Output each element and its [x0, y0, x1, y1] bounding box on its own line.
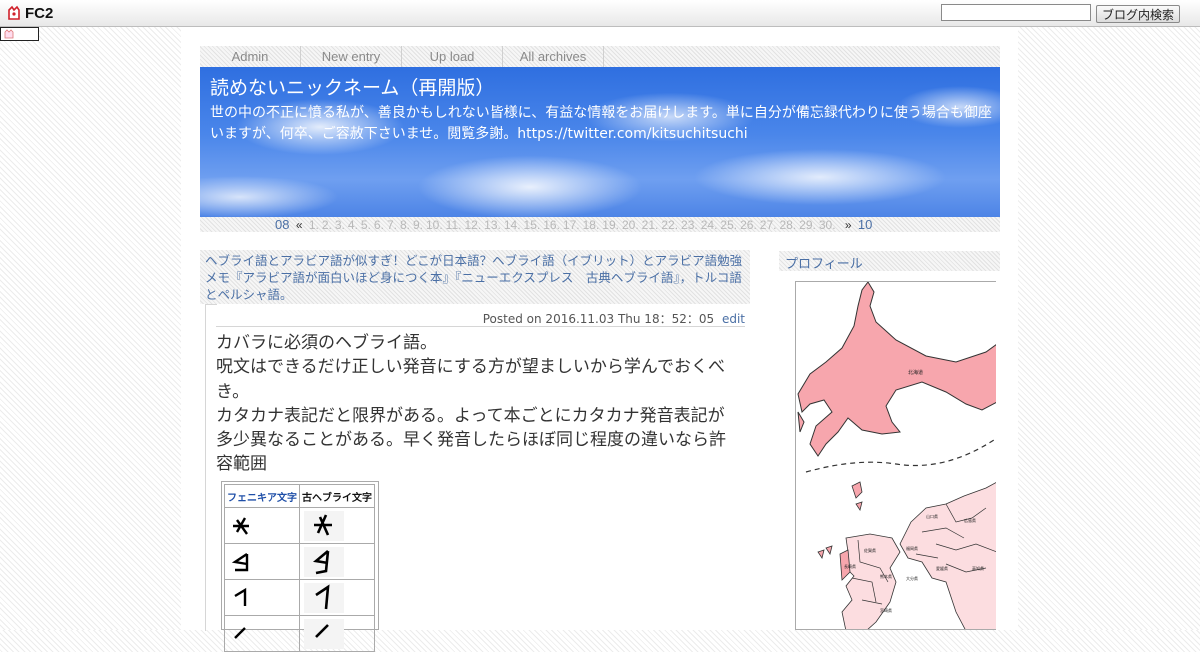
svg-text:高知県: 高知県 — [972, 565, 984, 571]
entry-paragraph: 呪文はできるだけ正しい発音にする方が望ましいから学んでおくべき。 — [216, 357, 725, 402]
phoenician-dalet-glyph — [224, 615, 300, 652]
calendar-day: 25. — [720, 218, 738, 232]
header-menu: Admin New entry Up load All archives — [200, 46, 1000, 67]
calendar-day: 17. — [562, 218, 580, 232]
table-header-paleo-hebrew: 古ヘブライ文字 — [299, 484, 375, 508]
calendar-day: 23. — [681, 218, 698, 232]
calendar-day: 20. — [621, 218, 639, 232]
blog-description: 世の中の不正に憤る私が、善良かもしれない皆様に、有益な情報をお届けします。単に自… — [210, 105, 992, 142]
blog-search-button[interactable]: ブログ内検索 — [1096, 5, 1180, 23]
broken-image-icon — [4, 29, 14, 39]
svg-text:広島県: 広島県 — [964, 517, 976, 523]
calendar-day: 30. — [818, 218, 836, 232]
calendar-day: 3. — [334, 218, 345, 232]
entry-posted-date: Posted on 2016.11.03 Thu 18：52：05 — [482, 312, 715, 326]
fc2-logo-text: FC2 — [25, 4, 54, 22]
paleo-hebrew-gimel-glyph — [299, 579, 375, 616]
calendar-day: 18. — [582, 218, 600, 232]
japan-map-illustration: 北海道 山口県 広島県 佐賀県 福岡県 熊本県 大分県 愛媛県 高知県 宮崎県 … — [797, 282, 996, 629]
svg-text:大分県: 大分県 — [906, 575, 918, 581]
profile-heading-text: プロフィール — [785, 257, 863, 272]
phoenician-bet-glyph — [224, 543, 300, 580]
menu-all-archives[interactable]: All archives — [503, 46, 604, 67]
calendar-day: 6. — [373, 218, 384, 232]
table-header-phoenician: フェニキア文字 — [224, 484, 300, 508]
calendar-day: 29. — [799, 218, 816, 232]
fc2-logo-icon — [8, 5, 20, 20]
menu-upload[interactable]: Up load — [402, 46, 503, 67]
svg-text:長崎県: 長崎県 — [844, 563, 856, 569]
paleo-hebrew-bet-glyph — [299, 543, 375, 580]
calendar-day: 27. — [759, 218, 777, 232]
blog-title[interactable]: 読めないニックネーム（再開版） — [210, 73, 494, 100]
svg-text:熊本県: 熊本県 — [880, 573, 892, 579]
paleo-hebrew-dalet-glyph — [299, 615, 375, 652]
entry-body: カバラに必須のヘブライ語。 呪文はできるだけ正しい発音にする方が望ましいから学ん… — [216, 331, 736, 477]
calendar-day: 14. — [503, 218, 521, 232]
entry-title-bar: ヘブライ語とアラビア語が似すぎ！どこが日本語？ヘブライ語（イブリット）とアラビア… — [200, 250, 750, 304]
calendar-day: 15. — [523, 218, 541, 232]
entry-paragraph: カタカナ表記だと限界がある。よって本ごとにカタカナ発音表記が多少異なることがある… — [216, 405, 726, 475]
calendar-day: 10. — [425, 218, 443, 232]
menu-admin[interactable]: Admin — [200, 46, 301, 67]
calendar-day: 7. — [386, 218, 397, 232]
calendar-day: 5. — [360, 218, 371, 232]
calendar-day: 4. — [347, 218, 358, 232]
paleo-hebrew-aleph-glyph — [299, 507, 375, 544]
sidebar-profile-heading: プロフィール — [779, 251, 1000, 272]
svg-text:山口県: 山口県 — [926, 513, 938, 519]
calendar-day: 12. — [464, 218, 482, 232]
calendar-day: 13. — [484, 218, 501, 232]
fc2-toolbar: FC2 ブログ内検索 — [0, 0, 1200, 27]
svg-text:北海道: 北海道 — [908, 369, 923, 376]
phoenician-gimel-glyph — [224, 579, 300, 616]
entry-meta: Posted on 2016.11.03 Thu 18：52：05 edit — [216, 310, 745, 327]
calendar-day: 28. — [779, 218, 797, 232]
calendar-day: 2. — [321, 218, 332, 232]
fc2-logo[interactable]: FC2 — [6, 4, 53, 22]
entry-title[interactable]: ヘブライ語とアラビア語が似すぎ！どこが日本語？ヘブライ語（イブリット）とアラビア… — [205, 252, 745, 303]
calendar-strip: 08 « 1. 2. 3. 4. 5. 6. 7. 8. 9. 10. 11. 12. 13. 14. 15… — [200, 217, 1000, 232]
calendar-day: 22. — [661, 218, 679, 232]
svg-text:愛媛県: 愛媛県 — [936, 565, 948, 571]
calendar-day: 16. — [543, 218, 560, 232]
calendar-day: 9. — [412, 218, 423, 232]
entry-edit-link[interactable]: edit — [722, 312, 745, 326]
svg-text:宮崎県: 宮崎県 — [880, 607, 892, 613]
menu-new-entry[interactable]: New entry — [301, 46, 402, 67]
calendar-prev-arrow: « — [295, 218, 303, 232]
blog-search-input[interactable] — [941, 4, 1091, 21]
svg-text:佐賀県: 佐賀県 — [864, 547, 876, 553]
calendar-day: 26. — [740, 218, 757, 232]
calendar-day: 19. — [602, 218, 619, 232]
calendar-prev-month[interactable]: 08 — [275, 217, 289, 232]
svg-text:福岡県: 福岡県 — [906, 545, 918, 551]
calendar-day: 8. — [399, 218, 410, 232]
calendar-day: 21. — [641, 218, 659, 232]
profile-image-map[interactable]: 北海道 山口県 広島県 佐賀県 福岡県 熊本県 大分県 愛媛県 高知県 宮崎県 … — [795, 281, 996, 630]
entry-paragraph: カバラに必須のヘブライ語。 — [216, 333, 437, 353]
calendar-day: 24. — [700, 218, 718, 232]
alphabet-comparison-image: フェニキア文字 古ヘブライ文字 — [221, 481, 379, 652]
calendar-next-arrow: » — [844, 218, 852, 232]
calendar-next-month[interactable]: 10 — [858, 217, 872, 232]
phoenician-aleph-glyph — [224, 507, 300, 544]
fc2-banner-frame[interactable] — [0, 27, 39, 41]
blog-header-banner: 読めないニックネーム（再開版） 世の中の不正に憤る私が、善良かもしれない皆様に、… — [200, 67, 1000, 217]
calendar-day: 1. — [308, 218, 319, 232]
calendar-day: 11. — [445, 218, 462, 232]
